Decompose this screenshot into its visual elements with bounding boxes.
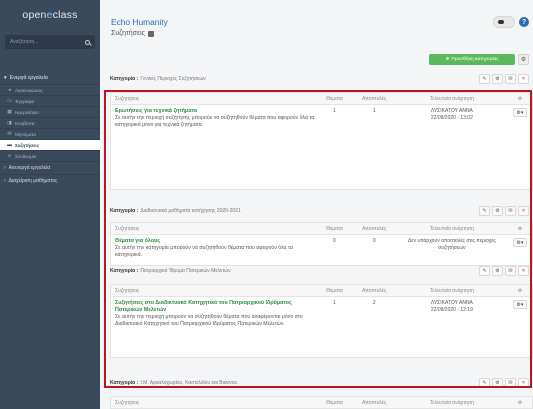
sidebar-item-calendar[interactable]: ▦ Ημερολόγιο [0,106,100,117]
sidebar-item-label: Σύνδεσμοι [15,153,37,159]
inactive-tools-label: Ανενεργά εργαλεία [8,165,51,171]
logo-text-a: open [22,9,47,21]
forum-table: Συζητήσεις Θέματα Αποστολές Τελευταία αν… [110,396,533,409]
envelope-icon[interactable]: ✉ [505,74,516,84]
sidebar-item-label: Κουβέντα [15,120,35,126]
envelope-icon: ✉ [7,131,12,137]
bullhorn-icon: ◂ [8,87,11,93]
logo[interactable]: open e class [0,0,100,30]
view-toggle[interactable] [493,16,515,28]
sidebar-item-documents[interactable]: ▭ Έγγραφα [0,95,100,106]
chevron-right-icon: › [4,165,6,171]
col-posts: Αποστολές [362,399,387,406]
sidebar-nav: ▾ Ενεργά εργαλεία ◂ Ανακοινώσεις ▭ Έγγραφα… [0,71,100,187]
logo-text-c: class [52,9,78,21]
highlight-annotation-box [104,90,532,388]
link-icon: ∞ [7,153,12,159]
table-header: Συζητήσεις Θέματα Αποστολές Τελευταία αν… [111,397,532,409]
help-icon[interactable]: ? [519,17,529,27]
category-bar: Κατηγορία : Γενικές Περιοχές Συζητήσεων … [110,72,533,86]
active-tools-label: Ενεργά εργαλεία [9,74,48,81]
settings-button[interactable]: ⚙ [518,54,529,65]
page-title-text: Συζητήσεις [111,30,146,37]
category-tools: ✎ ⚙ ✉ × [479,74,529,84]
sidebar-item-label: Μηνύματα [15,131,36,137]
search-placeholder: Αναζήτηση... [10,39,39,45]
category-name: Γενικές Περιοχές Συζητήσεων [140,76,206,82]
sidebar-item-chat[interactable]: ◨ Κουβέντα [0,117,100,128]
col-forum: Συζητήσεις [115,399,140,406]
sidebar-item-label: Συζητήσεις [15,142,40,148]
chevron-down-icon: ▾ [4,74,7,81]
category-prefix: Κατηγορία : [110,76,139,82]
sidebar-item-announcements[interactable]: ◂ Ανακοινώσεις [0,84,100,95]
add-category-button[interactable]: ⊕ Προσθήκη κατηγορίας [429,54,515,65]
course-admin-label: Διαχείριση μαθήματος [8,178,58,184]
comments-icon: ▬ [7,142,12,148]
chat-icon: ◨ [7,120,12,126]
inactive-tools-header[interactable]: › Ανενεργά εργαλεία [0,161,100,174]
sidebar-item-forums[interactable]: ▬ Συζητήσεις [0,139,100,150]
folder-icon: ▭ [7,98,12,104]
gear-icon: ⚙ [520,57,527,63]
sidebar-item-links[interactable]: ∞ Σύνδεσμοι [0,150,100,161]
search-input[interactable]: Αναζήτηση... [5,35,95,49]
plus-icon: ⊕ [445,57,450,62]
gears-icon: ⚙ [517,399,523,406]
sidebar-item-label: Έγγραφα [15,98,35,104]
page-title: Συζητήσεις [111,30,155,37]
edit-icon[interactable]: ✎ [479,74,490,84]
sidebar-item-label: Ανακοινώσεις [15,87,43,93]
course-title[interactable]: Echo Humanity [111,17,168,27]
col-last-post: Τελευταία ανάρτηση [429,399,474,406]
course-admin-header[interactable]: › Διαχείριση μαθήματος [0,174,100,187]
gear-icon[interactable]: ⚙ [492,74,503,84]
active-tools-header[interactable]: ▾ Ενεργά εργαλεία [0,71,100,84]
sidebar-item-messages[interactable]: ✉ Μηνύματα [0,128,100,139]
calendar-icon: ▦ [7,109,12,115]
book-icon [148,30,155,37]
delete-icon[interactable]: × [518,74,529,84]
chevron-right-icon: › [4,178,6,184]
sidebar: open e class Αναζήτηση... ▾ Ενεργά εργαλε… [0,0,100,409]
search-icon[interactable] [85,39,90,45]
sidebar-item-label: Ημερολόγιο [15,109,39,115]
add-category-label: Προσθήκη κατηγορίας [451,57,499,62]
col-topics: Θέματα [326,399,343,406]
